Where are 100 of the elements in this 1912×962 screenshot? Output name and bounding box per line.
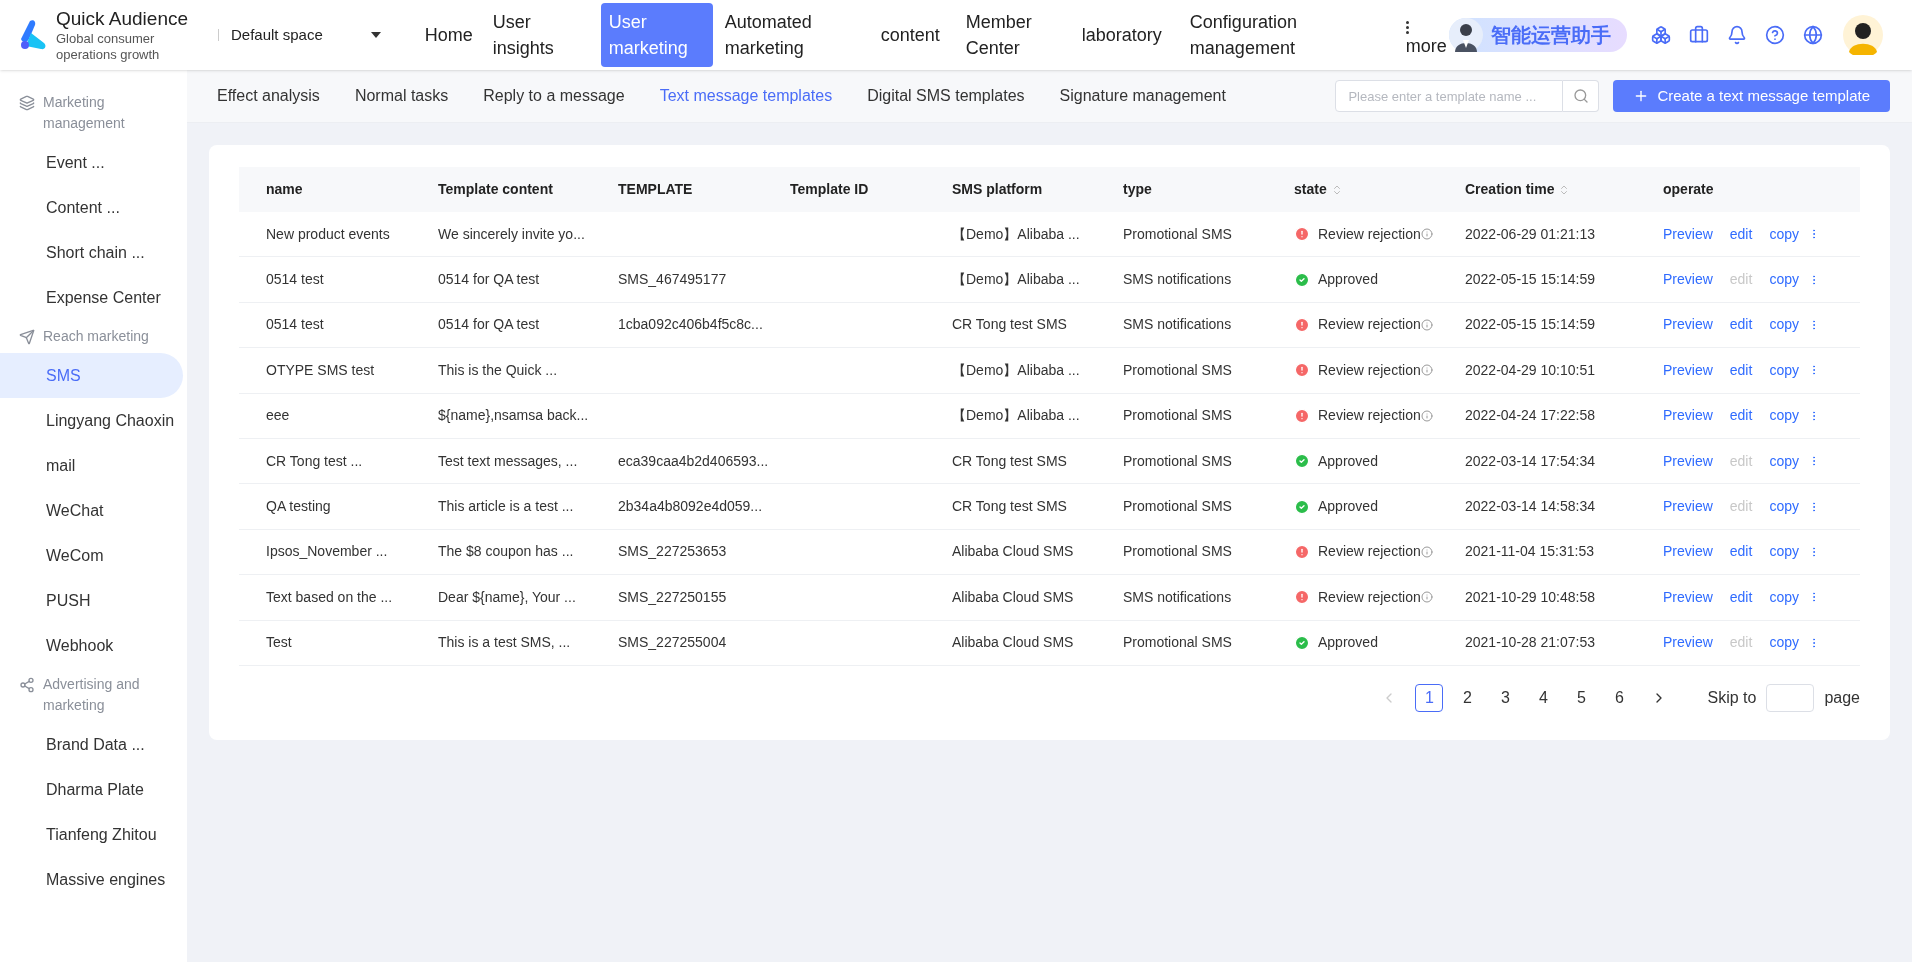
alert-circle-icon xyxy=(1294,226,1310,243)
sub-tab[interactable]: Normal tasks xyxy=(354,84,449,108)
table-cell-text: 0514 test xyxy=(265,270,325,290)
sidebar-item[interactable]: Event ... xyxy=(0,140,183,185)
sub-tab[interactable]: Effect analysis xyxy=(217,84,320,108)
preview-link[interactable]: Preview xyxy=(1663,314,1713,336)
alert-circle-icon xyxy=(1294,407,1310,424)
sidebar-item[interactable]: mail xyxy=(0,443,183,488)
sidebar-item[interactable]: Webhook xyxy=(0,623,183,668)
column-header: SMS platform xyxy=(952,180,1043,199)
create-template-button[interactable]: Create a text message template xyxy=(1613,80,1890,112)
avatar[interactable] xyxy=(1842,15,1883,55)
column-header: Template content xyxy=(438,180,553,199)
nav-tab[interactable]: User marketing xyxy=(600,3,713,67)
sidebar-item[interactable]: WeCom xyxy=(0,533,183,578)
copy-link[interactable]: copy xyxy=(1769,541,1799,563)
nav-tab[interactable]: Member Center xyxy=(957,3,1070,67)
sidebar-item[interactable]: Tianfeng Zhitou xyxy=(0,812,183,857)
edit-link[interactable]: edit xyxy=(1729,314,1753,336)
globe-icon[interactable] xyxy=(1802,25,1823,45)
preview-link[interactable]: Preview xyxy=(1663,541,1713,563)
column-header: Template ID xyxy=(790,180,869,199)
table-cell-text: Test text messages, ... xyxy=(437,451,579,471)
table-cell-text: 1cba092c406b4f5c8c... xyxy=(617,315,763,335)
preview-link[interactable]: Preview xyxy=(1663,359,1713,381)
info-icon[interactable] xyxy=(1420,591,1433,604)
sidebar-item[interactable]: Massive engines xyxy=(0,857,183,902)
table-cell-text: SMS notifications xyxy=(1122,270,1233,290)
table-cell-text: 【Demo】Alibaba ... xyxy=(951,270,1081,290)
copy-link[interactable]: copy xyxy=(1769,223,1799,245)
assistant-button[interactable]: 智能运营助手 xyxy=(1448,18,1627,52)
copy-link[interactable]: copy xyxy=(1769,586,1799,608)
sidebar-item[interactable]: Brand Data ... xyxy=(0,722,183,767)
nav-tab[interactable]: content xyxy=(872,16,948,54)
nav-tab[interactable]: Home xyxy=(416,16,481,54)
bell-icon[interactable] xyxy=(1726,25,1747,45)
briefcase-icon[interactable] xyxy=(1688,25,1709,45)
more-menu[interactable]: more xyxy=(1405,20,1447,58)
table-cell-text: We sincerely invite yo... xyxy=(437,224,586,244)
sidebar-item[interactable]: Lingyang Chaoxin xyxy=(0,398,183,443)
copy-link[interactable]: copy xyxy=(1769,450,1799,472)
edit-link[interactable]: edit xyxy=(1729,405,1753,427)
page-input[interactable] xyxy=(1766,683,1815,712)
copy-link[interactable]: copy xyxy=(1769,632,1799,654)
info-icon[interactable] xyxy=(1420,545,1433,558)
page-button[interactable]: 4 xyxy=(1529,683,1558,712)
preview-link[interactable]: Preview xyxy=(1663,586,1713,608)
sidebar-item[interactable]: Expense Center xyxy=(0,275,183,320)
sidebar-item[interactable]: SMS xyxy=(0,353,183,398)
sub-tab[interactable]: Text message templates xyxy=(659,84,833,108)
info-icon[interactable] xyxy=(1420,318,1433,331)
edit-link[interactable]: edit xyxy=(1729,586,1753,608)
page-button[interactable]: 2 xyxy=(1453,683,1482,712)
table-cell-text: OTYPE SMS test xyxy=(265,360,376,380)
info-icon[interactable] xyxy=(1420,409,1433,422)
preview-link[interactable]: Preview xyxy=(1663,632,1713,654)
sidebar-item[interactable]: Dharma Plate xyxy=(0,767,183,812)
info-icon[interactable] xyxy=(1420,364,1433,377)
edit-link[interactable]: edit xyxy=(1729,223,1753,245)
alert-circle-icon xyxy=(1294,543,1310,560)
copy-link[interactable]: copy xyxy=(1769,496,1799,518)
check-circle-icon xyxy=(1294,453,1310,470)
sidebar-item[interactable]: PUSH xyxy=(0,578,183,623)
sidebar-item[interactable]: Short chain ... xyxy=(0,230,183,275)
nav-tab[interactable]: User insights xyxy=(484,3,597,67)
page-button[interactable]: 5 xyxy=(1567,683,1596,712)
search-button[interactable] xyxy=(1563,80,1600,112)
info-icon[interactable] xyxy=(1420,228,1433,241)
copy-link[interactable]: copy xyxy=(1769,314,1799,336)
copy-link[interactable]: copy xyxy=(1769,359,1799,381)
status-text: Review rejection xyxy=(1318,587,1421,607)
column-header: Creation time xyxy=(1465,180,1555,199)
sub-tab[interactable]: Digital SMS templates xyxy=(867,84,1025,108)
nodes-icon xyxy=(19,677,35,693)
nav-tab[interactable]: Configuration management xyxy=(1181,3,1362,67)
search-field[interactable]: Please enter a template name ... xyxy=(1335,80,1564,112)
copy-link[interactable]: copy xyxy=(1769,405,1799,427)
sidebar-item[interactable]: Content ... xyxy=(0,185,183,230)
preview-link[interactable]: Preview xyxy=(1663,223,1713,245)
nav-tab[interactable]: Automated marketing xyxy=(716,3,829,67)
preview-link[interactable]: Preview xyxy=(1663,496,1713,518)
status-text: Review rejection xyxy=(1318,406,1421,426)
help-icon[interactable] xyxy=(1764,25,1785,45)
page-button[interactable]: 1 xyxy=(1415,683,1444,712)
page-button[interactable]: 6 xyxy=(1605,683,1634,712)
table-cell-text: Dear ${name}, Your ... xyxy=(437,587,577,607)
preview-link[interactable]: Preview xyxy=(1663,405,1713,427)
sub-tab[interactable]: Reply to a message xyxy=(483,84,625,108)
preview-link[interactable]: Preview xyxy=(1663,450,1713,472)
nav-tab[interactable]: laboratory xyxy=(1073,16,1170,54)
edit-link[interactable]: edit xyxy=(1729,359,1753,381)
preview-link[interactable]: Preview xyxy=(1663,269,1713,291)
sidebar-item[interactable]: WeChat xyxy=(0,488,183,533)
page-button[interactable]: 3 xyxy=(1491,683,1520,712)
copy-link[interactable]: copy xyxy=(1769,269,1799,291)
edit-link[interactable]: edit xyxy=(1729,541,1753,563)
status-text: Review rejection xyxy=(1318,315,1421,335)
table-cell-text: Promotional SMS xyxy=(1122,497,1233,517)
space-dropdown[interactable]: Default space xyxy=(231,23,381,47)
sub-tab[interactable]: Signature management xyxy=(1059,84,1226,108)
